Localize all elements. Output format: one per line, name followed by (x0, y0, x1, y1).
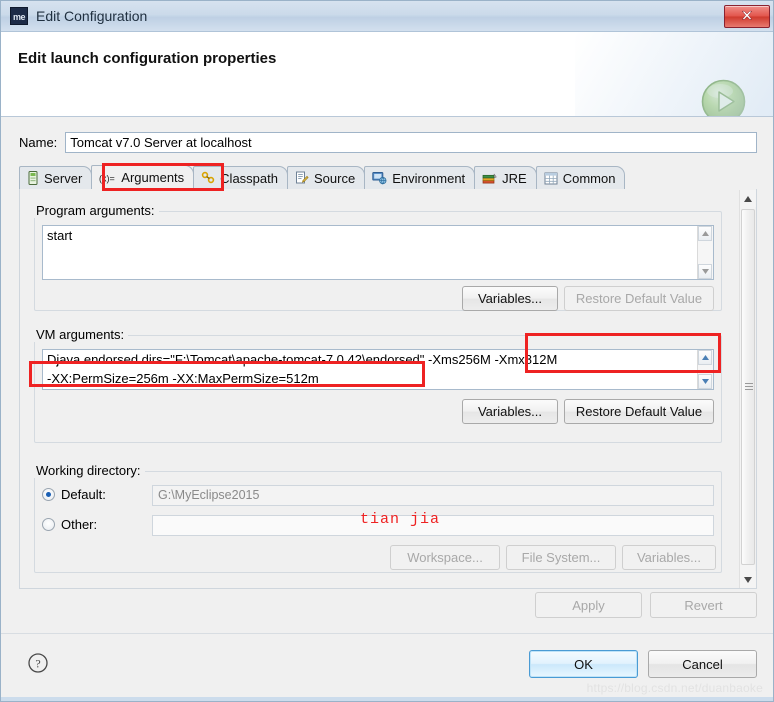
program-arguments-restore-default-button: Restore Default Value (564, 286, 714, 311)
dialog-footer: ? OK Cancel https://blog.csdn.net/duanba… (1, 633, 773, 701)
program-arguments-scrollbar[interactable] (697, 226, 713, 279)
program-arguments-textarea[interactable]: start (42, 225, 714, 280)
tab-source[interactable]: Source (286, 166, 366, 189)
watermark-text: https://blog.csdn.net/duanbaoke (586, 681, 763, 695)
tab-bar: Server (x)= Arguments Classpath Source E… (19, 163, 757, 191)
dialog-body: Name: Server (x)= (1, 117, 773, 633)
working-directory-group: Working directory: Default: G:\MyEclipse… (34, 463, 722, 577)
name-row: Name: (19, 132, 757, 153)
radio-default[interactable] (42, 488, 55, 501)
vm-arguments-textarea[interactable]: Djava.endorsed.dirs="F:\Tomcat\apache-to… (42, 349, 714, 390)
vm-arguments-group: VM arguments: Djava.endorsed.dirs="F:\To… (34, 327, 722, 449)
vm-arguments-line-2: -XX:PermSize=256m -XX:MaxPermSize=512m (47, 371, 319, 386)
svg-text:(x)=: (x)= (99, 173, 115, 183)
tab-jre[interactable]: JRE (474, 166, 537, 189)
page-title: Edit launch configuration properties (18, 50, 277, 67)
working-directory-default-row: Default: (42, 487, 106, 502)
workspace-button: Workspace... (390, 545, 500, 570)
scroll-up-icon[interactable] (698, 226, 712, 241)
revert-button: Revert (650, 592, 757, 618)
jre-icon (482, 172, 497, 185)
tab-environment-label: Environment (392, 170, 466, 186)
vm-arguments-variables-button[interactable]: Variables... (462, 399, 558, 424)
tab-server-label: Server (44, 170, 83, 186)
scrollbar-grip-icon (745, 383, 753, 391)
working-directory-label: Working directory: (34, 463, 145, 478)
dialog-header: Edit launch configuration properties (1, 32, 773, 117)
myeclipse-app-icon: me (10, 7, 28, 25)
tab-arguments-label: Arguments (121, 170, 185, 185)
name-label: Name: (19, 135, 58, 150)
working-directory-other-input[interactable] (152, 515, 714, 536)
configuration-name-input[interactable] (65, 132, 757, 153)
working-directory-default-input: G:\MyEclipse2015 (152, 485, 714, 506)
working-directory-variables-button: Variables... (622, 545, 716, 570)
tab-common-label: Common (562, 170, 616, 186)
help-question-icon[interactable]: ? (27, 652, 49, 679)
edit-configuration-dialog: me Edit Configuration Edit launch config… (0, 0, 774, 702)
cancel-button[interactable]: Cancel (648, 650, 757, 678)
apply-revert-row: Apply Revert (19, 592, 757, 618)
arguments-tab-content: Program arguments: start Variables... Re… (19, 189, 757, 589)
close-icon[interactable] (724, 5, 770, 28)
server-icon (27, 171, 39, 185)
run-play-icon (700, 78, 747, 116)
radio-default-label: Default: (61, 487, 106, 502)
scroll-up-icon[interactable] (698, 350, 712, 365)
program-arguments-label: Program arguments: (34, 203, 159, 218)
radio-other[interactable] (42, 518, 55, 531)
program-arguments-variables-button[interactable]: Variables... (462, 286, 558, 311)
program-arguments-value: start (47, 228, 73, 243)
ok-button[interactable]: OK (529, 650, 638, 678)
tab-environment[interactable]: Environment (364, 166, 476, 189)
radio-other-label: Other: (61, 517, 98, 532)
vm-arguments-line-1: Djava.endorsed.dirs="F:\Tomcat\apache-to… (47, 352, 558, 367)
vm-arguments-label: VM arguments: (34, 327, 129, 342)
title-bar: me Edit Configuration (1, 1, 773, 32)
program-arguments-group: Program arguments: start Variables... Re… (34, 203, 722, 316)
window-title: Edit Configuration (36, 8, 148, 24)
variables-icon: (x)= (99, 172, 116, 184)
common-icon (544, 172, 558, 185)
scroll-down-icon[interactable] (698, 374, 712, 389)
tab-classpath[interactable]: Classpath (193, 166, 288, 189)
vm-arguments-scrollbar[interactable] (697, 350, 713, 389)
content-vertical-scrollbar[interactable] (739, 190, 756, 588)
vm-arguments-restore-default-button[interactable]: Restore Default Value (564, 399, 714, 424)
apply-button: Apply (535, 592, 642, 618)
scroll-down-icon[interactable] (698, 264, 712, 279)
scrollbar-thumb[interactable] (741, 209, 755, 565)
tab-server[interactable]: Server (19, 166, 93, 189)
tab-common[interactable]: Common (535, 166, 626, 189)
tab-jre-label: JRE (502, 170, 527, 186)
file-system-button: File System... (506, 545, 616, 570)
working-directory-other-row: Other: (42, 517, 97, 532)
tab-classpath-label: Classpath (220, 170, 278, 186)
classpath-icon (201, 171, 215, 185)
bottom-accent-strip (1, 697, 773, 701)
tab-arguments[interactable]: (x)= Arguments (91, 165, 195, 189)
svg-text:?: ? (35, 657, 40, 671)
source-icon (295, 171, 309, 185)
scroll-up-icon[interactable] (740, 190, 756, 207)
environment-icon (372, 171, 387, 185)
tab-source-label: Source (313, 170, 356, 186)
scroll-down-icon[interactable] (740, 571, 756, 588)
